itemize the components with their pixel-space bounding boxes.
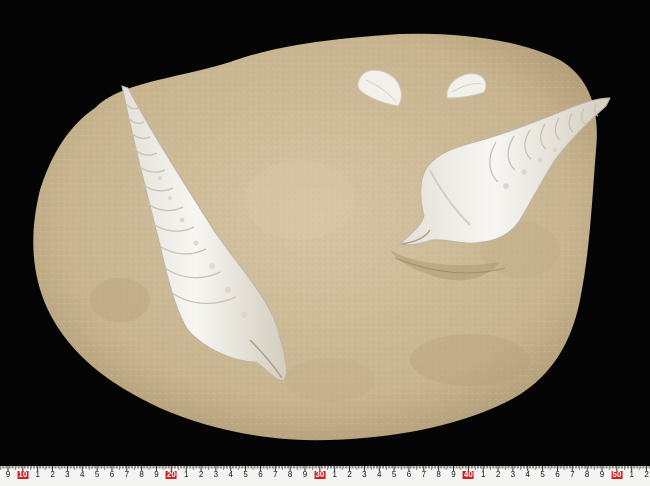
ruler-label: 4 [80, 470, 85, 479]
ruler-label: 5 [94, 470, 100, 479]
ruler-label: 9 [154, 470, 159, 479]
ruler-label: 6 [406, 470, 412, 479]
sandstone-matrix [33, 33, 597, 441]
ruler-label: 3 [213, 470, 219, 479]
ruler-major-label: 50 [611, 470, 623, 479]
ruler-label: 1 [332, 470, 337, 479]
ruler-label: 1 [629, 470, 634, 479]
ruler-major-label: 40 [462, 470, 474, 479]
ruler-label: 6 [555, 470, 560, 479]
ruler-label: 9 [451, 470, 456, 479]
ruler-label: 6 [258, 470, 263, 479]
measuring-ruler: 9 10 1 2 3 4 5 6 7 8 9 20 1 2 3 4 5 6 7 8 9 30 1 2 3 4 5 6 7 8 9 40 1 2 3 4… [0, 466, 650, 486]
fossil-photo [0, 0, 650, 466]
ruler-major-label: 10 [17, 470, 29, 479]
ruler-label: 9 [302, 470, 308, 479]
ruler-label: 4 [228, 470, 233, 479]
ruler-label: 8 [584, 470, 590, 479]
ruler-label: 6 [109, 470, 115, 479]
ruler-label: 2 [495, 470, 501, 479]
ruler-label: 7 [421, 470, 427, 479]
ruler-label: 9 [5, 470, 11, 479]
ruler-label: 7 [124, 470, 130, 479]
ruler-label: 3 [362, 470, 367, 479]
ruler-label: 7 [570, 470, 575, 479]
ruler-label: 5 [540, 470, 545, 479]
ruler-label: 4 [377, 470, 382, 479]
ruler-label: 8 [287, 470, 293, 479]
ruler-label: 1 [183, 470, 189, 479]
ruler-label: 2 [347, 470, 352, 479]
ruler-label: 1 [480, 470, 486, 479]
ruler-label: 2 [50, 470, 55, 479]
ruler-label: 5 [391, 470, 397, 479]
ruler-label: 2 [198, 470, 204, 479]
ruler-label: 3 [65, 470, 70, 479]
ruler-label: 5 [243, 470, 248, 479]
ruler-label: 2 [644, 470, 649, 479]
ruler-label: 7 [273, 470, 278, 479]
ruler-major-label: 30 [314, 470, 326, 479]
ruler-label: 9 [599, 470, 605, 479]
ruler-label: 8 [436, 470, 441, 479]
ruler-major-label: 20 [165, 470, 177, 479]
ruler-label: 3 [510, 470, 516, 479]
ruler-label: 1 [35, 470, 40, 479]
ruler-label: 4 [525, 470, 530, 479]
ruler-label: 8 [139, 470, 144, 479]
